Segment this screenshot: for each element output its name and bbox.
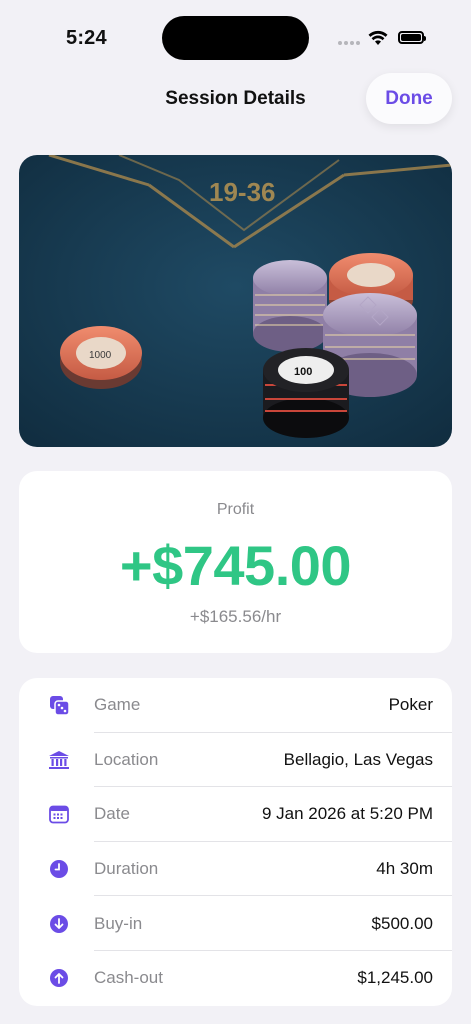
dice-icon [48, 694, 70, 716]
svg-text:100: 100 [294, 366, 312, 378]
arrow-up-circle-icon [48, 967, 70, 989]
profit-label: Profit [216, 501, 255, 518]
detail-row-cash-out: Cash-out $1,245.00 [19, 951, 452, 1006]
wifi-icon [368, 30, 388, 45]
detail-row-location: Location Bellagio, Las Vegas [19, 733, 452, 788]
detail-label: Location [94, 749, 159, 769]
detail-row-date: Date 9 Jan 2026 at 5:20 PM [19, 787, 452, 842]
done-button[interactable]: Done [366, 73, 452, 124]
svg-text:19-36: 19-36 [209, 177, 276, 207]
detail-label: Buy-in [94, 913, 143, 933]
svg-text:1000: 1000 [89, 350, 112, 361]
status-time: 5:24 [66, 27, 107, 49]
detail-value: Poker [388, 695, 433, 715]
detail-row-game: Game Poker [19, 678, 452, 733]
detail-label: Date [94, 804, 130, 824]
detail-value: $500.00 [371, 913, 433, 933]
detail-value: 9 Jan 2026 at 5:20 PM [261, 804, 433, 824]
dynamic-island [162, 16, 309, 60]
clock-icon [48, 858, 70, 880]
detail-value: Bellagio, Las Vegas [283, 749, 433, 769]
casino-chips-photo: 19-36 1000 100 [19, 155, 452, 447]
detail-label: Duration [94, 859, 159, 879]
detail-label: Cash-out [94, 968, 163, 988]
profit-hourly-rate: +$165.56/hr [189, 607, 282, 626]
cellular-signal-icon [338, 41, 360, 45]
detail-value: $1,245.00 [357, 968, 433, 988]
detail-row-duration: Duration 4h 30m [19, 842, 452, 897]
arrow-down-circle-icon [48, 913, 70, 935]
status-bar: 5:24 [0, 0, 471, 78]
battery-icon [398, 31, 426, 44]
detail-label: Game [94, 695, 141, 715]
bank-icon [48, 749, 70, 771]
session-photo: 19-36 1000 100 [19, 155, 452, 447]
session-details-list: Game Poker Location Bellagio, Las Vegas [19, 678, 452, 1006]
calendar-icon [48, 803, 70, 825]
profit-card: Profit +$745.00 +$165.56/hr [19, 471, 452, 653]
detail-row-buy-in: Buy-in $500.00 [19, 896, 452, 951]
profit-value: +$745.00 [119, 534, 352, 597]
detail-value: 4h 30m [376, 859, 433, 879]
